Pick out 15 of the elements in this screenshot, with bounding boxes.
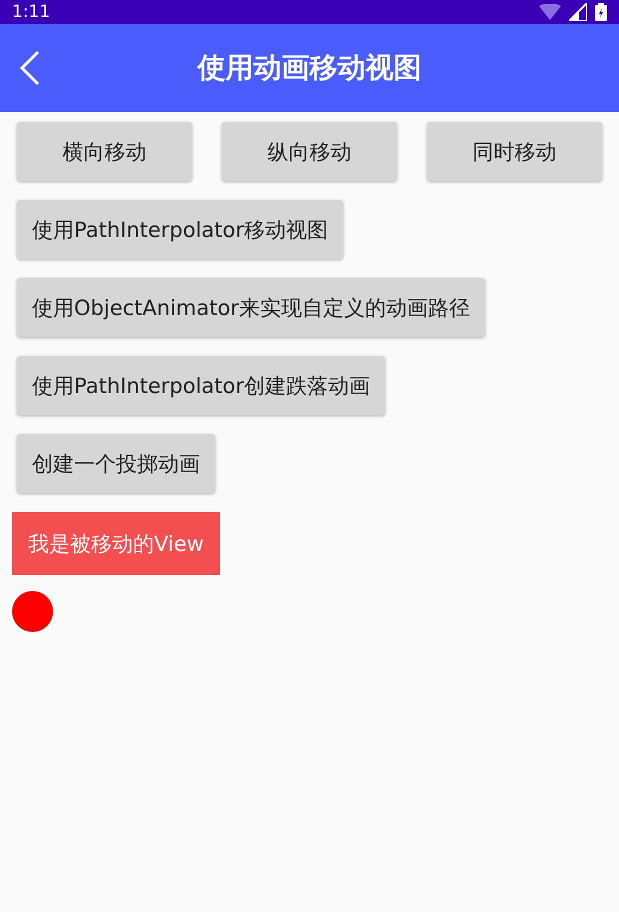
- animation-button[interactable]: 使用PathInterpolator创建跌落动画: [17, 356, 386, 415]
- battery-icon: [595, 3, 607, 21]
- app-bar-title: 使用动画移动视图: [198, 51, 422, 84]
- back-icon[interactable]: [18, 50, 42, 86]
- move-button[interactable]: 横向移动: [17, 122, 192, 181]
- animation-button[interactable]: 使用ObjectAnimator来实现自定义的动画路径: [17, 278, 485, 337]
- animation-button[interactable]: 创建一个投掷动画: [17, 434, 215, 493]
- animation-button[interactable]: 使用PathInterpolator移动视图: [17, 200, 344, 259]
- move-button[interactable]: 同时移动: [427, 122, 602, 181]
- moved-view: 我是被移动的View: [12, 512, 220, 575]
- move-button[interactable]: 纵向移动: [222, 122, 397, 181]
- signal-icon: [569, 3, 587, 21]
- moving-circle: [12, 591, 53, 632]
- status-time: 1:11: [12, 2, 50, 22]
- wifi-icon: [539, 4, 561, 20]
